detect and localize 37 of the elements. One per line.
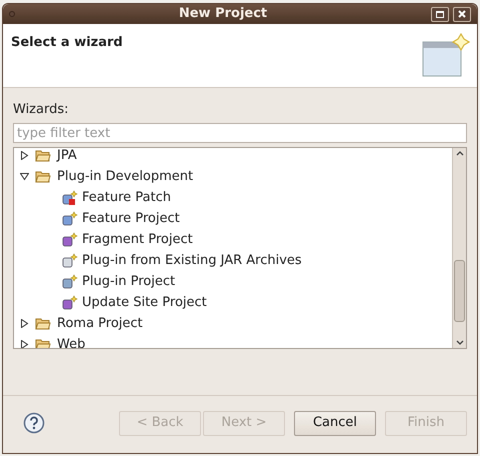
wizard-icon [62, 294, 78, 310]
close-icon [458, 10, 466, 18]
wizard-icon [62, 232, 78, 248]
folder-icon [35, 338, 51, 348]
wizard-icon [62, 210, 78, 226]
tree-item[interactable]: Feature Project [82, 208, 180, 228]
close-button[interactable] [453, 6, 471, 22]
folder-icon [35, 170, 51, 183]
tree-item[interactable]: Fragment Project [82, 230, 193, 250]
tree-item[interactable]: Web [57, 334, 86, 348]
scroll-down-icon[interactable] [456, 340, 464, 346]
wizard-icon [62, 190, 78, 206]
tree-item[interactable]: JPA [57, 148, 77, 166]
wizard-icon [62, 274, 78, 290]
dialog-button[interactable]: Cancel [294, 410, 376, 436]
tree-item[interactable]: Plug-in Development [57, 166, 194, 186]
collapsed-arrow-icon[interactable] [20, 340, 29, 348]
wizard-icon [62, 252, 78, 268]
tree-item[interactable]: Plug-in from Existing JAR Archives [82, 250, 302, 270]
collapsed-arrow-icon[interactable] [20, 151, 29, 160]
wizards-label: Wizards: [13, 102, 68, 117]
vertical-scrollbar[interactable] [452, 148, 466, 348]
expanded-arrow-icon[interactable] [20, 172, 29, 181]
tree-item[interactable]: Roma Project [57, 314, 143, 334]
filter-field[interactable]: type filter text [13, 123, 467, 143]
maximize-button[interactable] [431, 6, 449, 22]
tree-item[interactable]: Update Site Project [82, 292, 207, 312]
tree-item[interactable]: Feature Patch [82, 188, 171, 208]
collapsed-arrow-icon[interactable] [20, 319, 29, 328]
scroll-up-icon[interactable] [456, 150, 464, 156]
page-title: Select a wizard [11, 34, 123, 52]
tree-item[interactable]: Plug-in Project [82, 272, 176, 292]
folder-icon [35, 149, 51, 162]
scrollbar-thumb[interactable] [454, 260, 465, 322]
folder-icon [35, 317, 51, 330]
help-icon[interactable] [23, 412, 45, 434]
window-title: New Project [178, 5, 268, 24]
